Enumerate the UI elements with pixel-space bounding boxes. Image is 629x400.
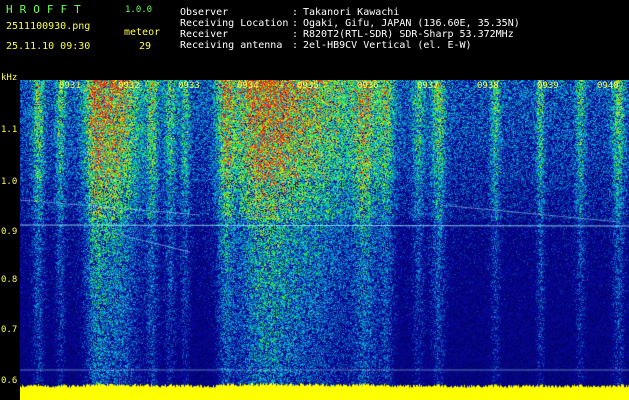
filename: 2511100930.png [6, 21, 91, 32]
receiver-value: R820T2(RTL-SDR) SDR-Sharp 53.372MHz [303, 29, 514, 40]
x-tick-label: 0938 [477, 81, 499, 91]
location-colon: : [292, 18, 299, 29]
y-axis-unit: kHz [1, 73, 18, 83]
x-tick-label: 0931 [59, 81, 81, 91]
app-name: HROFFT [6, 3, 88, 16]
y-tick-label: 0.8 [1, 275, 18, 285]
hrofft-window: HROFFT 1.0.0 2511100930.png 25.11.10 09:… [0, 0, 629, 400]
y-tick-label: 0.7 [1, 325, 18, 335]
y-tick-label: 0.9 [1, 227, 18, 237]
meteor-label: meteor [124, 27, 161, 38]
x-tick-label: 0934 [237, 81, 259, 91]
observer-label: Observer [180, 7, 229, 18]
location-label: Receiving Location [180, 18, 289, 29]
x-tick-label: 0935 [297, 81, 319, 91]
receiver-colon: : [292, 29, 299, 40]
meteor-count: 29 [139, 41, 152, 52]
antenna-label: Receiving antenna [180, 40, 283, 51]
spectrogram-plot [20, 80, 629, 400]
x-tick-label: 0933 [178, 81, 200, 91]
receiver-label: Receiver [180, 29, 229, 40]
observer-colon: : [292, 7, 299, 18]
y-tick-label: 1.0 [1, 177, 18, 187]
observer-value: Takanori Kawachi [303, 7, 400, 18]
x-tick-label: 0940 [597, 81, 619, 91]
x-tick-label: 0932 [118, 81, 140, 91]
antenna-value: 2el-HB9CV Vertical (el. E-W) [303, 40, 472, 51]
x-tick-label: 0937 [417, 81, 439, 91]
x-tick-label: 0939 [537, 81, 559, 91]
x-tick-label: 0936 [357, 81, 379, 91]
y-tick-label: 0.6 [1, 376, 18, 386]
app-version: 1.0.0 [125, 5, 153, 15]
antenna-colon: : [292, 40, 299, 51]
datetime: 25.11.10 09:30 [6, 41, 91, 52]
location-value: Ogaki, Gifu, JAPAN (136.60E, 35.35N) [303, 18, 520, 29]
y-tick-label: 1.1 [1, 125, 18, 135]
